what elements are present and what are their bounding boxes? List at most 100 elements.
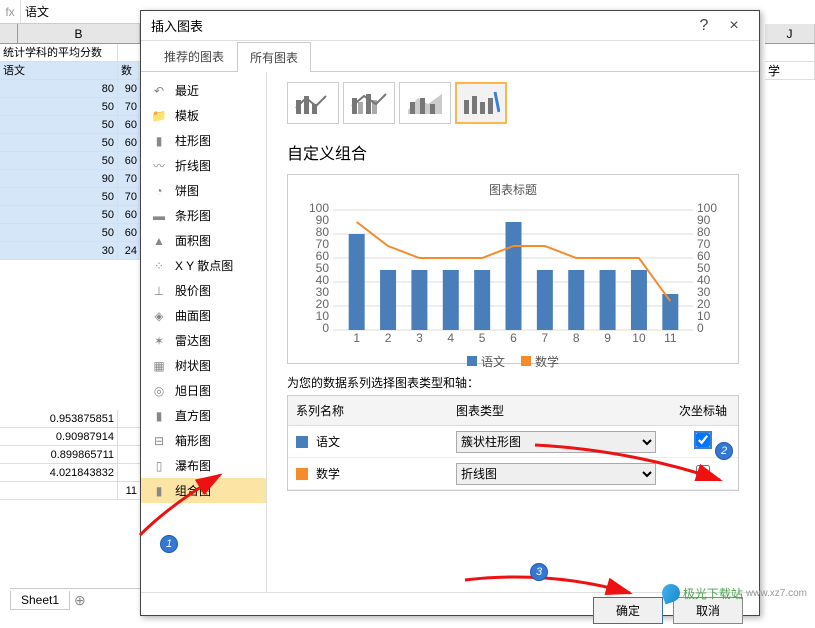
category-bar[interactable]: ▬条形图 bbox=[141, 203, 266, 228]
series-type-select[interactable]: 簇状柱形图 bbox=[456, 431, 656, 453]
chart-preview: 图表标题 0102030405060708090100 010203040506… bbox=[287, 174, 739, 364]
subtype-4-selected[interactable] bbox=[455, 82, 507, 124]
svg-text:100: 100 bbox=[309, 201, 329, 215]
select-all-cell[interactable] bbox=[0, 24, 18, 43]
category-label: 柱形图 bbox=[175, 132, 211, 149]
table-row[interactable]: 8090 bbox=[0, 80, 140, 98]
table-row[interactable]: 统计学科的平均分数 bbox=[0, 44, 140, 62]
stock-icon: ⊥ bbox=[151, 283, 167, 299]
category-label: 雷达图 bbox=[175, 332, 211, 349]
help-button[interactable]: ? bbox=[689, 17, 719, 35]
radar-icon: ✶ bbox=[151, 333, 167, 349]
category-template[interactable]: 📁模板 bbox=[141, 103, 266, 128]
category-label: 曲面图 bbox=[175, 307, 211, 324]
category-sunburst[interactable]: ◎旭日图 bbox=[141, 378, 266, 403]
annotation-badge-2: 2 bbox=[715, 442, 733, 460]
waterfall-icon: ▯ bbox=[151, 458, 167, 474]
table-row[interactable]: 4.021843832 bbox=[0, 464, 140, 482]
series-name: 语文 bbox=[316, 433, 340, 450]
grid-right[interactable]: J 学 bbox=[765, 24, 815, 584]
svg-text:20: 20 bbox=[697, 297, 711, 311]
category-treemap[interactable]: ▦树状图 bbox=[141, 353, 266, 378]
table-row[interactable]: 5060 bbox=[0, 206, 140, 224]
svg-text:0: 0 bbox=[697, 321, 704, 335]
table-row[interactable]: 5060 bbox=[0, 224, 140, 242]
tab-all-charts[interactable]: 所有图表 bbox=[237, 42, 311, 72]
col-header-b[interactable]: B bbox=[18, 24, 140, 43]
table-row[interactable]: 0.899865711 bbox=[0, 446, 140, 464]
series-row: 数学折线图 bbox=[288, 458, 738, 490]
column-icon: ▮ bbox=[151, 133, 167, 149]
annotation-badge-3: 3 bbox=[530, 563, 548, 581]
series-section-label: 为您的数据系列选择图表类型和轴： bbox=[287, 374, 739, 391]
svg-text:100: 100 bbox=[697, 201, 717, 215]
category-label: 组合图 bbox=[175, 482, 211, 499]
chart-preview-title: 图表标题 bbox=[294, 181, 732, 198]
category-recent[interactable]: ↶最近 bbox=[141, 78, 266, 103]
scatter-icon: ⁘ bbox=[151, 258, 167, 274]
category-stock[interactable]: ⊥股价图 bbox=[141, 278, 266, 303]
table-row[interactable]: 5070 bbox=[0, 98, 140, 116]
close-button[interactable]: × bbox=[719, 17, 749, 35]
svg-text:1: 1 bbox=[353, 331, 360, 345]
category-label: 箱形图 bbox=[175, 432, 211, 449]
formula-value[interactable]: 语文 bbox=[20, 0, 140, 23]
category-surface[interactable]: ◈曲面图 bbox=[141, 303, 266, 328]
svg-text:10: 10 bbox=[697, 309, 711, 323]
histogram-icon: ▮ bbox=[151, 408, 167, 424]
table-row[interactable]: 9070 bbox=[0, 170, 140, 188]
secondary-axis-checkbox[interactable] bbox=[696, 465, 710, 479]
table-row[interactable]: 3024 bbox=[0, 242, 140, 260]
table-row[interactable]: 5070 bbox=[0, 188, 140, 206]
category-pie[interactable]: ◔饼图 bbox=[141, 178, 266, 203]
svg-text:6: 6 bbox=[510, 331, 517, 345]
col-header-j[interactable]: J bbox=[765, 24, 815, 44]
subtype-3[interactable] bbox=[399, 82, 451, 124]
table-row[interactable]: 11 bbox=[0, 482, 140, 500]
table-row[interactable]: 5060 bbox=[0, 152, 140, 170]
sunburst-icon: ◎ bbox=[151, 383, 167, 399]
table-row[interactable]: 5060 bbox=[0, 116, 140, 134]
formula-bar: fx 语文 bbox=[0, 0, 140, 24]
svg-text:7: 7 bbox=[542, 331, 549, 345]
subtype-1[interactable] bbox=[287, 82, 339, 124]
category-scatter[interactable]: ⁘X Y 散点图 bbox=[141, 253, 266, 278]
category-waterfall[interactable]: ▯瀑布图 bbox=[141, 453, 266, 478]
category-radar[interactable]: ✶ 雷达图 bbox=[141, 328, 266, 353]
table-row[interactable]: 0.953875851 bbox=[0, 410, 140, 428]
table-row[interactable]: 5060 bbox=[0, 134, 140, 152]
table-row[interactable]: 语文数 bbox=[0, 62, 140, 80]
ok-button[interactable]: 确定 bbox=[593, 597, 663, 624]
sheet-tab-1[interactable]: Sheet1 bbox=[10, 591, 70, 610]
category-histogram[interactable]: ▮直方图 bbox=[141, 403, 266, 428]
svg-text:3: 3 bbox=[416, 331, 423, 345]
category-label: 最近 bbox=[175, 82, 199, 99]
series-color-icon bbox=[296, 436, 308, 448]
series-row: 语文 簇状柱形图 bbox=[288, 426, 738, 458]
series-head-axis: 次坐标轴 bbox=[668, 396, 738, 425]
series-type-select[interactable]: 折线图 bbox=[456, 463, 656, 485]
subtype-row bbox=[287, 82, 739, 124]
secondary-axis-checkbox[interactable] bbox=[696, 433, 710, 447]
table-row[interactable]: 0.90987914 bbox=[0, 428, 140, 446]
svg-text:70: 70 bbox=[697, 237, 711, 251]
svg-text:20: 20 bbox=[316, 297, 330, 311]
category-label: 模板 bbox=[175, 107, 199, 124]
add-sheet-button[interactable]: ⊕ bbox=[74, 592, 86, 609]
grid-left[interactable]: B 统计学科的平均分数语文数80905070506050605060907050… bbox=[0, 24, 140, 584]
cell-j2[interactable]: 学 bbox=[765, 62, 815, 80]
category-column[interactable]: ▮ 柱形图 bbox=[141, 128, 266, 153]
category-combo[interactable]: ▮组合图 bbox=[141, 478, 266, 503]
category-line[interactable]: 〰折线图 bbox=[141, 153, 266, 178]
category-boxplot[interactable]: ⊟ 箱形图 bbox=[141, 428, 266, 453]
insert-chart-dialog: 插入图表 ? × 推荐的图表 所有图表 ↶最近📁模板▮柱形图〰折线图◔饼图▬条形… bbox=[140, 10, 760, 616]
tab-recommended[interactable]: 推荐的图表 bbox=[151, 41, 237, 71]
svg-text:11: 11 bbox=[664, 331, 677, 345]
pie-icon: ◔ bbox=[151, 183, 167, 199]
boxplot-icon: ⊟ bbox=[151, 433, 167, 449]
svg-text:50: 50 bbox=[697, 261, 711, 275]
subtype-2[interactable] bbox=[343, 82, 395, 124]
chart-config-panel: 自定义组合 图表标题 0102030405060708090100 010203… bbox=[267, 72, 759, 592]
category-area[interactable]: ▲面积图 bbox=[141, 228, 266, 253]
svg-text:4: 4 bbox=[447, 331, 454, 345]
